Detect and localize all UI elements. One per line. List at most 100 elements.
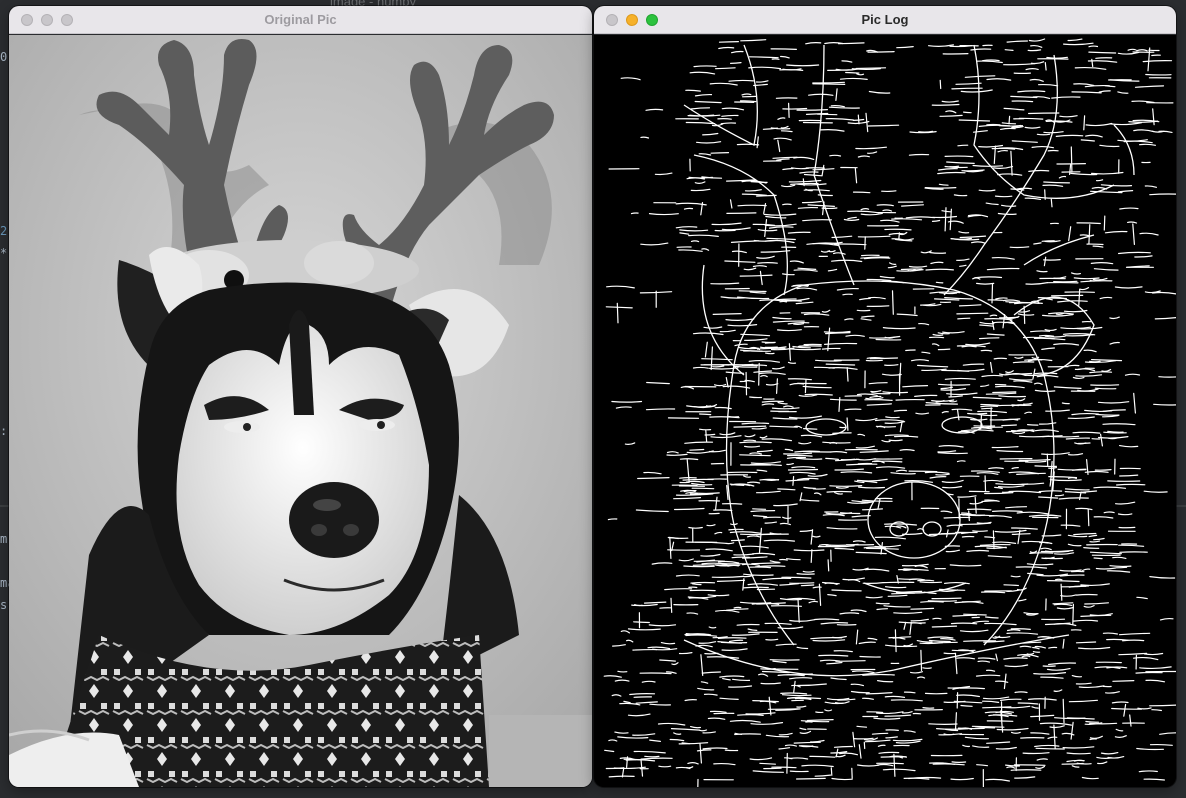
background-divider xyxy=(1176,505,1186,507)
edge-stroke xyxy=(1060,583,1063,601)
edge-stroke xyxy=(758,362,760,386)
edge-stroke xyxy=(931,597,962,600)
edge-stroke xyxy=(616,302,619,324)
edge-stroke xyxy=(885,729,899,731)
edge-stroke xyxy=(1032,651,1041,653)
edge-stroke xyxy=(689,448,705,451)
edge-stroke xyxy=(1061,762,1084,765)
edge-stroke xyxy=(842,293,853,296)
edge-stroke xyxy=(845,71,860,74)
edge-stroke xyxy=(1077,442,1091,445)
original-pic-window[interactable]: Original Pic xyxy=(9,6,592,787)
edge-stroke xyxy=(922,667,932,669)
edge-stroke xyxy=(1011,533,1031,535)
edge-stroke xyxy=(1072,603,1074,626)
background-code-text: 2 xyxy=(0,224,8,238)
edge-stroke xyxy=(1010,575,1021,578)
edge-detection-image xyxy=(594,35,1176,787)
edge-stroke xyxy=(898,232,900,241)
edge-stroke xyxy=(829,154,842,157)
window-title: Pic Log xyxy=(861,12,909,27)
edge-stroke xyxy=(1041,240,1055,242)
edge-stroke xyxy=(891,290,894,315)
edge-stroke xyxy=(639,672,672,675)
edge-stroke xyxy=(1014,691,1028,694)
edge-stroke xyxy=(992,391,1017,394)
edge-stroke xyxy=(931,103,960,106)
edge-stroke xyxy=(881,190,897,193)
edge-stroke xyxy=(796,573,815,575)
edge-stroke xyxy=(617,670,628,673)
edge-stroke xyxy=(679,477,697,479)
edge-stroke xyxy=(749,396,762,399)
edge-stroke xyxy=(857,114,860,125)
edge-stroke xyxy=(826,490,852,493)
edge-stroke xyxy=(1094,469,1112,471)
edge-stroke xyxy=(690,240,700,243)
edge-stroke xyxy=(894,435,919,438)
edge-stroke xyxy=(736,143,760,146)
edge-stroke xyxy=(1050,198,1053,208)
edge-stroke xyxy=(993,357,1007,360)
edge-stroke xyxy=(846,417,849,431)
edge-stroke xyxy=(1135,671,1163,674)
edge-stroke xyxy=(761,341,776,344)
edge-stroke xyxy=(782,203,792,206)
edge-stroke xyxy=(1009,246,1030,249)
pic-log-window[interactable]: Pic Log xyxy=(594,6,1176,787)
edge-stroke xyxy=(994,195,1013,198)
husky-grayscale-photo xyxy=(9,35,592,787)
edge-stroke xyxy=(920,649,923,671)
edge-stroke xyxy=(812,83,846,85)
edge-stroke xyxy=(922,707,935,709)
edge-stroke xyxy=(895,398,925,401)
edge-stroke xyxy=(1027,424,1039,426)
edge-stroke xyxy=(935,281,944,284)
edge-stroke xyxy=(699,413,712,416)
edge-stroke xyxy=(607,518,618,521)
edge-stroke xyxy=(793,323,805,325)
edge-stroke xyxy=(632,648,658,651)
window-titlebar[interactable]: Pic Log xyxy=(594,6,1176,34)
background-code-text: s xyxy=(0,598,8,612)
edge-stroke xyxy=(816,113,838,116)
edge-stroke xyxy=(688,526,703,529)
edge-stroke xyxy=(884,364,899,366)
edge-stroke xyxy=(737,714,764,716)
edge-stroke xyxy=(1076,222,1101,225)
edge-stroke xyxy=(1070,146,1073,172)
edge-stroke xyxy=(1103,215,1106,231)
edge-stroke xyxy=(884,434,909,437)
edge-stroke xyxy=(944,155,974,158)
edge-stroke xyxy=(980,405,998,408)
edge-stroke xyxy=(920,600,944,603)
edge-stroke xyxy=(968,510,970,522)
edge-stroke xyxy=(611,400,643,403)
edge-stroke xyxy=(939,79,942,90)
edge-stroke xyxy=(737,204,767,207)
window-titlebar[interactable]: Original Pic xyxy=(9,6,592,34)
edge-stroke xyxy=(738,290,767,293)
edge-stroke xyxy=(1020,736,1045,739)
edge-stroke xyxy=(765,352,775,355)
edge-stroke xyxy=(736,623,760,626)
edge-stroke xyxy=(1111,707,1143,710)
edge-stroke xyxy=(917,579,935,582)
edge-stroke xyxy=(1083,115,1086,131)
edge-stroke xyxy=(992,530,995,550)
edge-stroke xyxy=(963,640,997,642)
edge-stroke xyxy=(693,65,717,68)
edge-stroke xyxy=(963,111,972,114)
edge-stroke xyxy=(771,766,797,769)
edge-stroke xyxy=(972,530,988,532)
edge-stroke xyxy=(835,660,866,662)
edge-stroke xyxy=(763,767,782,770)
edge-stroke xyxy=(779,558,788,561)
edge-stroke xyxy=(1003,584,1019,587)
edge-stroke xyxy=(991,283,994,304)
edge-stroke xyxy=(1048,467,1057,469)
edge-stroke xyxy=(827,69,850,71)
edge-stroke xyxy=(1055,578,1063,581)
edge-stroke xyxy=(846,367,849,382)
edge-stroke xyxy=(779,69,804,71)
